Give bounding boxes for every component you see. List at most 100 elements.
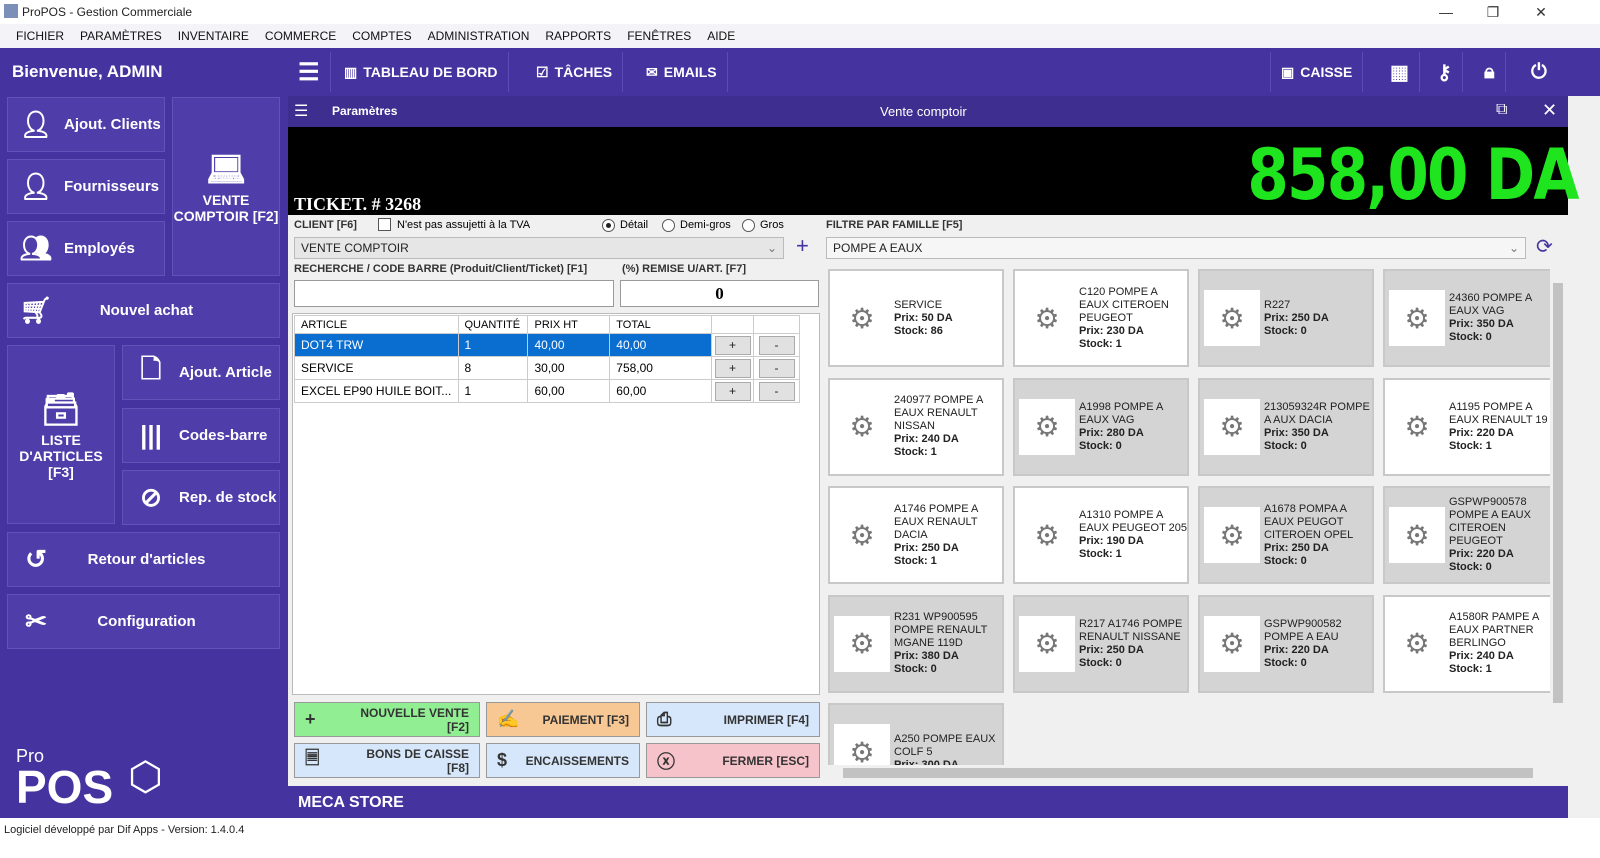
key-icon[interactable]: ⚷ xyxy=(1427,52,1463,92)
family-filter-select[interactable]: POMPE A EAUX ⌄ xyxy=(826,237,1526,259)
product-card[interactable]: ⚙ A1998 POMPE A EAUX VAG Prix: 280 DA Stock… xyxy=(1013,377,1189,476)
sidebar-employees[interactable]: 👥︎ Employés xyxy=(7,221,165,276)
sidebar-article-list[interactable]: 🗃︎ LISTE D'ARTICLES [F3] xyxy=(7,345,115,524)
product-stock: Stock: 1 xyxy=(894,446,937,458)
close-panel-icon[interactable]: ✕ xyxy=(1542,100,1557,121)
menu-commerce[interactable]: COMMERCE xyxy=(265,29,336,43)
restore-icon[interactable]: ❐ xyxy=(1470,0,1516,24)
product-image: ⚙ xyxy=(1019,615,1075,672)
discount-input[interactable]: 0 xyxy=(620,280,819,307)
collections-button[interactable]: $ ENCAISSEMENTS xyxy=(486,743,640,778)
plus-button[interactable]: + xyxy=(714,381,751,401)
minus-button[interactable]: - xyxy=(758,335,795,355)
product-stock: Stock: 0 xyxy=(1264,656,1307,669)
close-button[interactable]: ⓧ FERMER [ESC] xyxy=(646,743,820,778)
cash-laptop-icon: 💻︎ xyxy=(205,150,247,187)
radio-demi-gros[interactable] xyxy=(662,219,675,232)
minimize-icon[interactable]: — xyxy=(1423,0,1469,24)
product-card[interactable]: ⚙ GSPWP900578 POMPE A EAUX CITEROEN PEUGE… xyxy=(1383,486,1550,584)
product-stock: Stock: 0 xyxy=(1264,554,1307,567)
emails-button[interactable]: ✉ EMAILS xyxy=(636,52,728,92)
tasks-label: TÂCHES xyxy=(554,64,613,80)
product-card[interactable]: ⚙ A1195 POMPE A EAUX RENAULT 19 Prix: 220 … xyxy=(1383,377,1550,476)
product-image: ⚙ xyxy=(1019,507,1075,563)
menu-inventaire[interactable]: INVENTAIRE xyxy=(178,29,249,43)
sidebar-suppliers[interactable]: 👤︎ Fournisseurs xyxy=(7,159,165,214)
payment-button[interactable]: ✍ PAIEMENT [F3] xyxy=(486,702,640,737)
dashboard-label: TABLEAU DE BORD xyxy=(363,64,498,80)
cell-minus: - xyxy=(753,333,800,357)
menu-administration[interactable]: ADMINISTRATION xyxy=(428,29,530,43)
radio-gros-label: Gros xyxy=(760,219,784,231)
client-select[interactable]: VENTE COMPTOIR ⌄ xyxy=(294,237,784,259)
sidebar-add-article[interactable]: 🗋 Ajout. Article xyxy=(122,345,280,400)
sidebar-configuration[interactable]: ✂︎ Configuration xyxy=(7,594,280,649)
cart-row[interactable]: EXCEL EP90 HUILE BOIT... 1 60,00 60,00 + - xyxy=(294,379,800,403)
menu-fichier[interactable]: FICHIER xyxy=(16,29,64,43)
product-card[interactable]: ⚙ A250 POMPE EAUX COLF 5 Prix: 300 DA xyxy=(828,703,1004,765)
product-image: ⚙ xyxy=(834,615,890,672)
product-card[interactable]: ⚙ A1746 POMPE A EAUX RENAULT DACIA Prix: 2… xyxy=(828,486,1004,584)
product-card[interactable]: ⚙ R227 Prix: 250 DA Stock: 0 xyxy=(1198,269,1374,367)
cash-vouchers-button[interactable]: 🗏 BONS DE CAISSE [F8] xyxy=(294,743,480,778)
cart-add-icon: 🛒︎ xyxy=(19,295,53,325)
menu-parametres[interactable]: PARAMÈTRES xyxy=(80,29,162,43)
lock-icon[interactable]: 🔒︎ xyxy=(1474,52,1506,92)
menu-fenetres[interactable]: FENÊTRES xyxy=(627,29,691,43)
product-card[interactable]: ⚙ SERVICE Prix: 50 DA Stock: 86 xyxy=(828,269,1004,367)
sidebar-new-purchase[interactable]: 🛒︎ Nouvel achat xyxy=(7,283,280,338)
product-card[interactable]: ⚙ 240977 POMPE A EAUX RENAULT NISSAN Prix:… xyxy=(828,377,1004,476)
calculator-icon[interactable]: ▦ xyxy=(1380,52,1420,92)
product-card[interactable]: ⚙ A1580R PAMPE A EAUX PARTNER BERLINGO Pri… xyxy=(1383,594,1550,693)
product-card[interactable]: ⚙ 24360 POMPE A EAUX VAG Prix: 350 DA Stock… xyxy=(1383,269,1550,367)
settings-link[interactable]: Paramètres xyxy=(332,104,397,118)
add-client-icon[interactable]: + xyxy=(796,233,809,259)
sidebar-counter-sale[interactable]: 💻︎ VENTE COMPTOIR [F2] xyxy=(172,97,280,276)
product-card[interactable]: ⚙ A1678 POMPA A EAUX PEUGOT CITEROEN OPEL… xyxy=(1198,486,1374,584)
menu-rapports[interactable]: RAPPORTS xyxy=(545,29,611,43)
tva-checkbox[interactable] xyxy=(378,218,391,231)
radio-gros[interactable] xyxy=(742,219,755,232)
cell-total: 758,00 xyxy=(609,356,713,380)
radio-detail[interactable] xyxy=(602,219,615,232)
product-name: A1195 POMPE A EAUX RENAULT 19 xyxy=(1449,400,1548,426)
cash-register-button[interactable]: ▣ CAISSE xyxy=(1270,52,1364,92)
cart-row[interactable]: DOT4 TRW 1 40,00 40,00 + - xyxy=(294,333,800,357)
power-icon[interactable]: ⏻ xyxy=(1521,52,1557,92)
dashboard-button[interactable]: ▥ TABLEAU DE BORD xyxy=(334,52,509,92)
tasks-button[interactable]: ☑ TÂCHES xyxy=(526,52,624,92)
product-image: ⚙ xyxy=(834,724,890,765)
new-sale-button[interactable]: + NOUVELLE VENTE [F2] xyxy=(294,702,480,737)
cart-row[interactable]: SERVICE 8 30,00 758,00 + - xyxy=(294,356,800,380)
horizontal-scrollbar[interactable] xyxy=(825,765,1550,781)
menu-aide[interactable]: AIDE xyxy=(707,29,735,43)
cell-minus: - xyxy=(753,379,800,403)
product-card[interactable]: ⚙ R231 WP900595 POMPE RENAULT MGANE 119D P… xyxy=(828,594,1004,693)
product-card[interactable]: ⚙ 213059324R POMPE A AUX DACIA Prix: 350 D… xyxy=(1198,377,1374,476)
product-card[interactable]: ⚙ C120 POMPE A EAUX CITEROEN PEUGEOT Prix:… xyxy=(1013,269,1189,367)
product-card[interactable]: ⚙ GSPWP900582 POMPE A EAU Prix: 220 DA Stoc… xyxy=(1198,594,1374,693)
product-card[interactable]: ⚙ R217 A1746 POMPE RENAULT NISSANE Prix: 2… xyxy=(1013,594,1189,693)
sidebar-barcodes[interactable]: ||| Codes-barre xyxy=(122,408,280,463)
total-amount: 858,00 DA xyxy=(1247,134,1580,216)
product-price: Prix: 240 DA xyxy=(894,433,959,445)
product-card[interactable]: ⚙ A1310 POMPE A EAUX PEUGEOT 205 Prix: 190… xyxy=(1013,486,1189,584)
minus-button[interactable]: - xyxy=(758,358,795,378)
refresh-icon[interactable]: ⟳ xyxy=(1536,234,1553,259)
plus-button[interactable]: + xyxy=(714,358,751,378)
vertical-scrollbar[interactable] xyxy=(1550,263,1566,765)
close-circle-icon: ⓧ xyxy=(657,751,675,772)
search-input[interactable] xyxy=(294,280,614,307)
radio-demi-gros-label: Demi-gros xyxy=(680,219,731,231)
sidebar-returns[interactable]: ↺ Retour d'articles xyxy=(7,532,280,587)
sliders-icon[interactable]: ☰ xyxy=(294,101,308,121)
maximize-icon[interactable]: ⧉ xyxy=(1496,101,1507,119)
sidebar-stock-rep[interactable]: ⊘ Rep. de stock xyxy=(122,470,280,525)
hamburger-menu-icon[interactable]: ☰ xyxy=(288,52,331,92)
plus-button[interactable]: + xyxy=(714,335,751,355)
close-window-icon[interactable]: ✕ xyxy=(1518,0,1564,24)
menu-comptes[interactable]: COMPTES xyxy=(352,29,411,43)
minus-button[interactable]: - xyxy=(758,381,795,401)
sidebar-add-clients[interactable]: 👤︎ Ajout. Clients xyxy=(7,97,165,152)
print-button[interactable]: ⎙ IMPRIMER [F4] xyxy=(646,702,820,737)
